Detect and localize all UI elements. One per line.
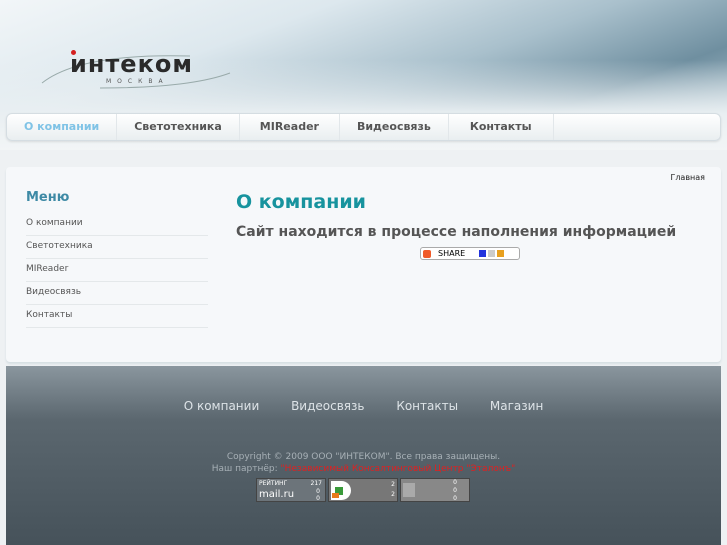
page-subtitle: Сайт находится в процессе наполнения инф… (236, 224, 677, 240)
main-nav: О компании Светотехника MIReader Видеосв… (6, 113, 721, 141)
stats-value-3: 0 (453, 495, 457, 502)
counters: РЕЙТИНГ 217 mail.ru 0 0 2 2 0 0 0 (256, 478, 470, 502)
sidebar-item-lighting[interactable]: Светотехника (26, 236, 208, 259)
mail-title: РЕЙТИНГ (259, 480, 288, 487)
footer: О компании Видеосвязь Контакты Магазин C… (6, 366, 721, 545)
mail-small-1: 0 (316, 488, 320, 495)
partner-line: Наш партнёр: "Независимый Консалтинговый… (6, 464, 721, 474)
liveinternet-counter[interactable]: 2 2 (328, 478, 398, 502)
sidebar-item-about[interactable]: О компании (26, 213, 208, 236)
stats-counter[interactable]: 0 0 0 (400, 478, 470, 502)
li-value-2: 2 (391, 491, 395, 498)
footer-link-shop[interactable]: Магазин (490, 399, 543, 413)
share-label: SHARE (438, 249, 466, 258)
breadcrumb[interactable]: Главная (670, 173, 705, 182)
content-panel: Главная Меню О компании Светотехника MIR… (6, 167, 721, 362)
share-button[interactable]: SHARE (420, 247, 520, 260)
partner-label: Наш партнёр: (211, 464, 281, 474)
page-title: О компании (236, 191, 366, 213)
plus-icon (423, 250, 431, 258)
sidebar-item-contacts[interactable]: Контакты (26, 305, 208, 328)
sidebar-menu: О компании Светотехника MIReader Видеосв… (26, 213, 208, 328)
footer-link-contacts[interactable]: Контакты (396, 399, 458, 413)
nav-about[interactable]: О компании (7, 114, 118, 140)
footer-link-about[interactable]: О компании (184, 399, 260, 413)
nav-contacts[interactable]: Контакты (449, 114, 554, 140)
cubes-icon (331, 481, 351, 500)
logo-city: МОСКВА (106, 78, 169, 85)
logo-name: интеком (70, 50, 193, 78)
partner-link[interactable]: "Независимый Консалтинговый Центр "Этало… (281, 464, 516, 474)
mailru-counter[interactable]: РЕЙТИНГ 217 mail.ru 0 0 (256, 478, 326, 502)
copyright: Copyright © 2009 ООО "ИНТЕКОМ". Все прав… (226, 452, 501, 462)
li-value-1: 2 (391, 481, 395, 488)
sidebar-item-mireader[interactable]: MIReader (26, 259, 208, 282)
logo[interactable]: интеком МОСКВА (40, 48, 240, 93)
footer-nav: О компании Видеосвязь Контакты Магазин (6, 399, 721, 413)
sidebar-item-video[interactable]: Видеосвязь (26, 282, 208, 305)
mail-brand: mail.ru (259, 489, 295, 500)
share-services-icons (479, 250, 504, 257)
nav-video[interactable]: Видеосвязь (340, 114, 449, 140)
sidebar-title: Меню (26, 190, 70, 205)
stats-value-1: 0 (453, 479, 457, 486)
nav-lighting[interactable]: Светотехника (117, 114, 240, 140)
mail-value: 217 (310, 480, 322, 487)
nav-mireader[interactable]: MIReader (240, 114, 340, 140)
mail-small-2: 0 (316, 495, 320, 502)
stats-value-2: 0 (453, 487, 457, 494)
bars-icon (403, 483, 415, 497)
footer-link-video[interactable]: Видеосвязь (291, 399, 364, 413)
